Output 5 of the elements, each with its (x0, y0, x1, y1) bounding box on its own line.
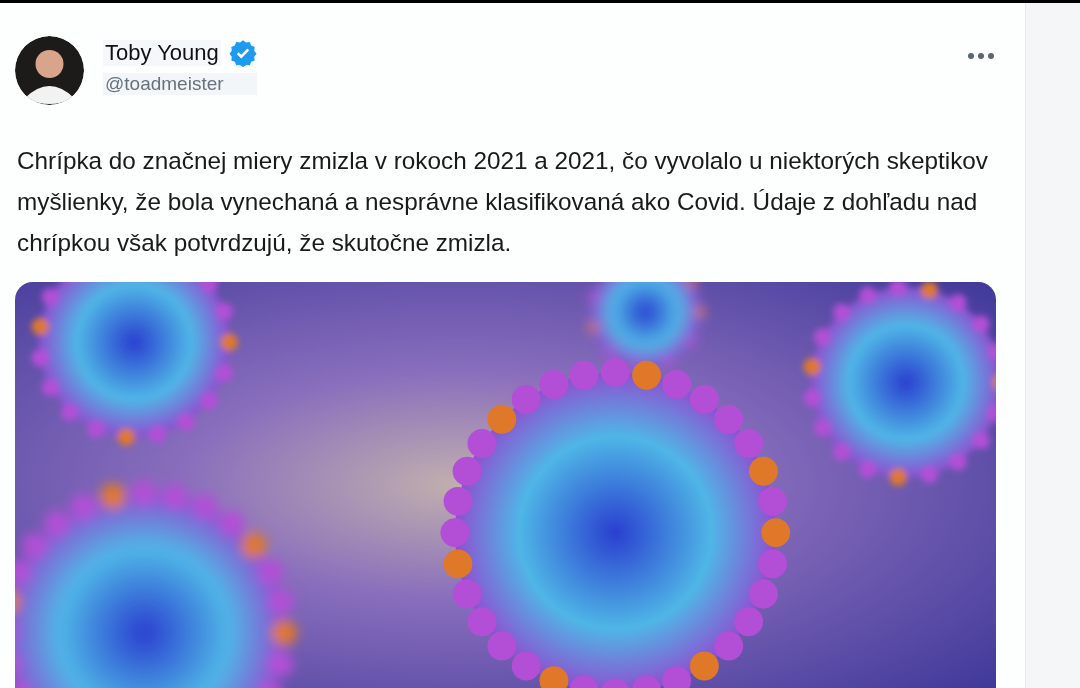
author-name[interactable]: Toby Young (103, 40, 221, 66)
author-handle[interactable]: @toadmeister (103, 73, 257, 95)
tweet-text: Chrípka do značnej miery zmizla v rokoch 2021 a 2021, čo vyvolalo u niektorých skeptikov myšlienky, že bola vynechaná a nesprávne klasifikovaná ako Covid. Údaje z dohľadu nad chrípkou však potvrdzujú, že skutočne zmizla. (17, 146, 989, 258)
avatar[interactable] (15, 36, 84, 105)
more-icon[interactable] (967, 52, 995, 60)
